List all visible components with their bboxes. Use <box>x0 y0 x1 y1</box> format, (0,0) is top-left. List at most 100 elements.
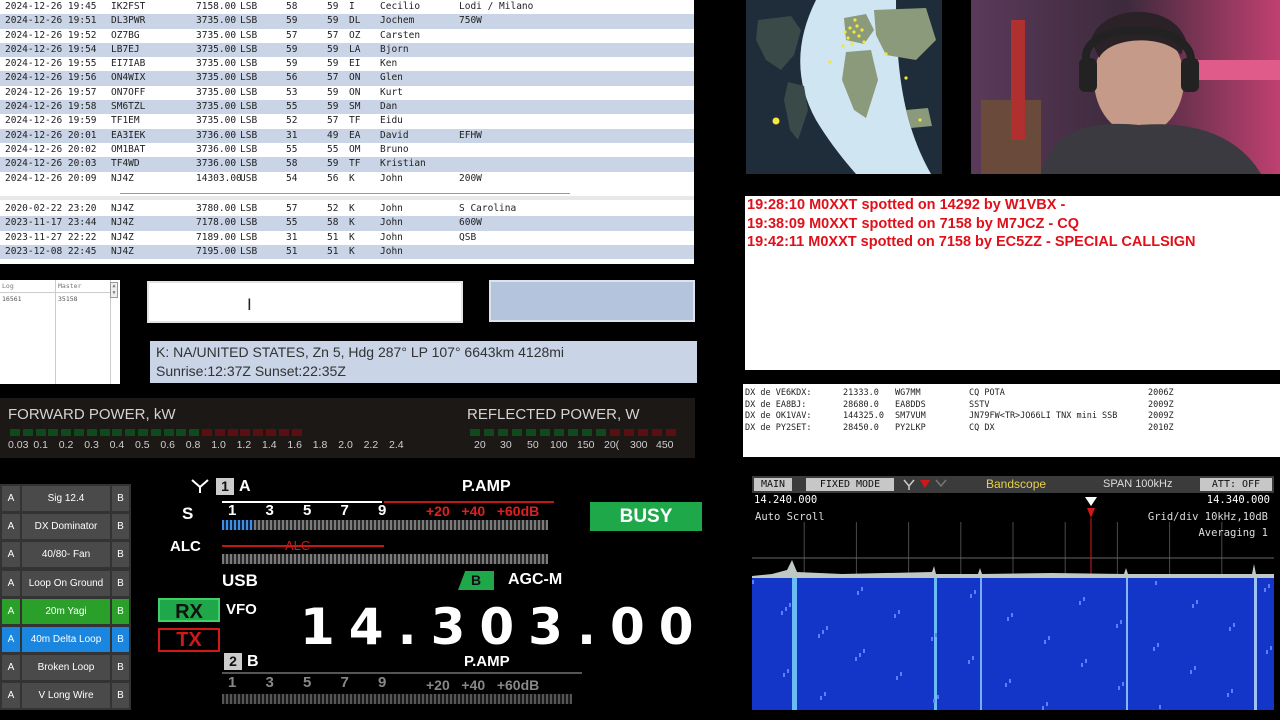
table-row[interactable]: 2024-12-26 19:52 OZ7BG 3735.00 LSB 57 57 OZ Car… <box>0 29 694 43</box>
antenna-row[interactable]: A Sig 12.4 B <box>2 486 129 511</box>
antenna-row[interactable]: A 40m Delta Loop B <box>2 627 129 652</box>
qso-log-table[interactable]: 2024-12-26 19:45 IK2FST 7158.00 LSB 58 59 I Cec… <box>0 0 694 264</box>
table-row[interactable]: 2024-12-26 19:54 LB7EJ 3735.00 LSB 59 59 LA Bjo… <box>0 42 694 58</box>
antenna-a-button[interactable]: A <box>2 683 20 709</box>
table-row[interactable]: 2020-02-22 23:20 NJ4Z 3780.00 LSB 57 52 K John S… <box>0 202 694 216</box>
antenna-a-button[interactable]: A <box>2 627 20 652</box>
log-name: John <box>380 172 403 184</box>
antenna-row[interactable]: A 20m Yagi B <box>2 598 129 624</box>
antenna-name-button[interactable]: 20m Yagi <box>22 598 110 624</box>
log-rst-sent: 55 <box>286 101 298 113</box>
callsign-input[interactable]: I <box>147 281 463 323</box>
antenna-a-button[interactable]: A <box>2 514 20 540</box>
table-row[interactable]: 2024-12-26 20:01 EA3IEK 3736.00 LSB 31 49 EA Da… <box>0 128 694 143</box>
marker-icons[interactable] <box>902 478 952 491</box>
span-label[interactable]: SPAN 100kHz <box>1103 478 1173 490</box>
log-note: 750W <box>459 15 482 27</box>
attenuator-button[interactable]: ATT: OFF <box>1200 478 1272 491</box>
dx-spotter: DX de PY2SET: <box>745 422 812 433</box>
world-map[interactable] <box>746 0 942 174</box>
log-callsign: NJ4Z <box>111 172 134 184</box>
tx-indicator[interactable]: TX <box>158 628 220 652</box>
antenna-row[interactable]: A 40/80- Fan B <box>2 542 129 568</box>
agc-label[interactable]: AGC-M <box>508 571 562 589</box>
log-note: S Carolina <box>459 203 517 214</box>
reflected-power-segment <box>610 429 620 436</box>
log-rst-rcvd: 57 <box>327 72 339 84</box>
grid-div-label: Grid/div 10kHz,10dB <box>1147 511 1268 523</box>
antenna-name-button[interactable]: DX Dominator <box>22 514 110 540</box>
antenna-b-button[interactable]: B <box>112 542 129 568</box>
vfo-b-preamp-label: P.AMP <box>464 653 510 670</box>
reflected-power-segment <box>470 429 480 436</box>
antenna-row[interactable]: A Broken Loop B <box>2 655 129 681</box>
antenna-b-button[interactable]: B <box>112 598 129 624</box>
scale-label: 1 <box>228 502 237 519</box>
forward-power-tick-label: 1.0 <box>211 439 226 451</box>
antenna-a-button[interactable]: A <box>2 486 20 511</box>
dx-cluster-list[interactable]: DX de VE6KDX: 21333.0 WG7MM CQ POTA 2006Z DX … <box>743 384 1280 457</box>
table-row[interactable]: 2024-12-26 20:03 TF4WD 3736.00 LSB 58 59 TF Kri… <box>0 157 694 172</box>
antenna-name-button[interactable]: 40m Delta Loop <box>22 627 110 652</box>
antenna-b-button[interactable]: B <box>112 627 129 652</box>
log-prefix: K <box>349 231 355 243</box>
dx-spot-row[interactable]: DX de PY2SET: 28450.0 PY2LKP CQ DX 2010Z <box>743 423 1280 435</box>
antenna-b-button[interactable]: B <box>112 570 129 596</box>
antenna-b-button[interactable]: B <box>112 486 129 511</box>
forward-power-tick-label: 0.3 <box>84 439 99 451</box>
antenna-row[interactable]: AV Long Wire B <box>2 683 129 709</box>
log-count-value: 16561 <box>2 295 22 303</box>
forward-power-segment <box>10 429 20 436</box>
antenna-b-button[interactable]: B <box>112 683 129 709</box>
forward-power-segment <box>189 429 200 436</box>
mode-label[interactable]: USB <box>222 571 258 591</box>
auto-scroll-label[interactable]: Auto Scroll <box>755 511 825 523</box>
table-row[interactable]: 2024-12-26 19:51 DL3PWR 3735.00 LSB 59 59 DL Jo… <box>0 14 694 29</box>
table-row[interactable]: 2024-12-26 19:55 EI7IAB 3735.00 LSB 59 59 EI Ke… <box>0 57 694 71</box>
antenna-row[interactable]: A Loop On Ground B <box>2 570 129 596</box>
log-rst-rcvd: 59 <box>327 43 339 55</box>
table-row[interactable]: 2024-12-26 19:58 SM6TZL 3735.00 LSB 55 59 SM Da… <box>0 100 694 115</box>
log-frequency: 7178.00 <box>196 217 237 229</box>
log-rst-rcvd: 59 <box>327 58 339 70</box>
antenna-a-button[interactable]: A <box>2 655 20 681</box>
table-row[interactable]: 2024-12-26 19:45 IK2FST 7158.00 LSB 58 59 I Cec… <box>0 0 694 14</box>
log-name: John <box>380 203 403 214</box>
antenna-row[interactable]: A DX Dominator B <box>2 514 129 540</box>
table-row[interactable]: 2024-12-26 20:09 NJ4Z 14303.00 USB 54 56 K John… <box>0 172 694 186</box>
antenna-name-button[interactable]: Loop On Ground <box>22 570 110 596</box>
antenna-name-button[interactable]: Broken Loop <box>22 655 110 681</box>
table-row[interactable]: 2024-12-26 19:56 ON4WIX 3735.00 LSB 56 57 ON Gl… <box>0 71 694 86</box>
log-rst-rcvd: 59 <box>327 101 339 113</box>
antenna-a-button[interactable]: A <box>2 570 20 596</box>
antenna-name-button[interactable]: Sig 12.4 <box>22 486 110 511</box>
antenna-b-button[interactable]: B <box>112 655 129 681</box>
antenna-name-button[interactable]: 40/80- Fan <box>22 542 110 568</box>
dx-spot-row[interactable]: DX de OK1VAV: 144325.0 SM7VUM JN79FW<TR>JO6… <box>743 411 1280 423</box>
scale-label: 7 <box>340 502 349 519</box>
antenna-a-button[interactable]: A <box>2 542 20 568</box>
log-callsign: SM6TZL <box>111 101 146 113</box>
table-row[interactable]: 2023-11-27 22:22 NJ4Z 7189.00 LSB 31 51 K John Q… <box>0 231 694 245</box>
bandscope-toolbar: MAIN FIXED MODE Bandscope SPAN 100kHz AT… <box>752 476 1274 493</box>
log-prefix: LA <box>349 43 361 55</box>
table-row[interactable]: 2024-12-26 19:57 ON7OFF 3735.00 LSB 53 59 ON Ku… <box>0 86 694 100</box>
table-row[interactable]: 2024-12-26 19:59 TF1EM 3735.00 LSB 52 57 TF Eid… <box>0 114 694 128</box>
dx-spot-row[interactable]: DX de EA8BJ: 28680.0 EA8DDS SSTV 2009Z <box>743 400 1280 412</box>
bandscope[interactable]: MAIN FIXED MODE Bandscope SPAN 100kHz AT… <box>752 476 1274 710</box>
frequency-display[interactable]: 14.303.00 <box>300 598 708 656</box>
fixed-mode-button[interactable]: FIXED MODE <box>806 478 894 491</box>
text-cursor-icon: I <box>247 295 252 314</box>
main-button[interactable]: MAIN <box>754 478 792 491</box>
rx-indicator[interactable]: RX <box>158 598 220 623</box>
log-gap <box>0 196 694 200</box>
table-row[interactable]: 2023-11-17 23:44 NJ4Z 7178.00 LSB 55 58 K John 6… <box>0 216 694 231</box>
antenna-a-button[interactable]: A <box>2 598 20 624</box>
table-row[interactable]: 2024-12-26 20:02 OM1BAT 3736.00 LSB 55 55 OM Br… <box>0 143 694 157</box>
log-divider <box>120 193 570 194</box>
antenna-b-button[interactable]: B <box>112 514 129 540</box>
scroll-arrows-icon[interactable]: ▲ ▼ <box>110 282 118 298</box>
antenna-name-button[interactable]: V Long Wire <box>22 683 110 709</box>
dx-spot-row[interactable]: DX de VE6KDX: 21333.0 WG7MM CQ POTA 2006Z <box>743 388 1280 400</box>
table-row[interactable]: 2023-12-08 22:45 NJ4Z 7195.00 LSB 51 51 K John <box>0 244 694 260</box>
